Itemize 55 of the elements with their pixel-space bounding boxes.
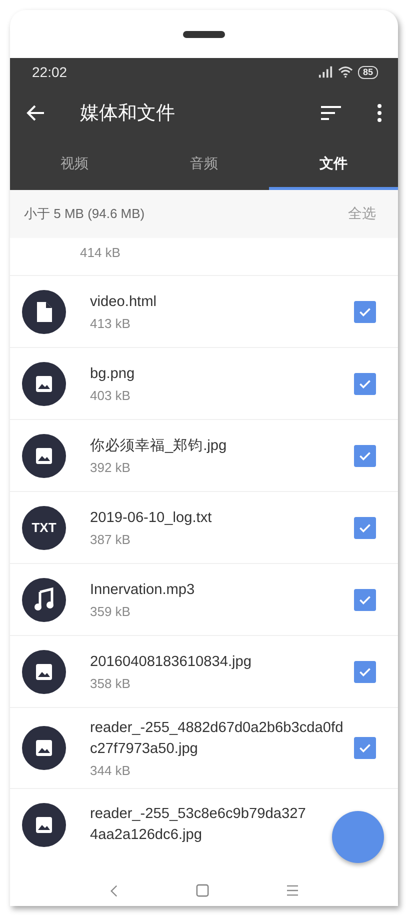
file-row[interactable]: Innervation.mp3 359 kB [10, 564, 398, 636]
text-file-icon: TXT [22, 506, 66, 550]
file-size: 387 kB [90, 532, 132, 547]
file-row[interactable]: reader_-255_4882d67d0a2b6b3cda0fdc27f7973a50.jpg 344 kB [10, 708, 398, 789]
section-label: 小于 5 MB (94.6 MB) [24, 205, 145, 223]
file-name: 你必须幸福_郑钧.jpg [90, 437, 228, 456]
file-size: 403 kB [90, 388, 132, 403]
checkbox[interactable] [354, 737, 376, 759]
file-name: reader_-255_4882d67d0a2b6b3cda0fdc27f7973a50.jpg [90, 719, 344, 759]
checkbox[interactable] [354, 444, 376, 466]
file-row[interactable]: 你必须幸福_郑钧.jpg 392 kB [10, 420, 398, 492]
checkbox[interactable] [354, 300, 376, 322]
speaker-slot [183, 30, 225, 38]
file-name: Innervation.mp3 [90, 581, 196, 600]
more-options-icon[interactable] [377, 104, 382, 122]
floating-action-button[interactable] [332, 811, 384, 863]
file-size: 358 kB [90, 676, 132, 691]
file-size: 359 kB [90, 604, 132, 619]
file-size: 392 kB [90, 460, 132, 475]
file-size: 414 kB [80, 245, 120, 260]
file-size: 413 kB [90, 316, 132, 331]
file-row[interactable]: TXT 2019-06-10_log.txt 387 kB [10, 492, 398, 564]
checkbox[interactable] [354, 372, 376, 394]
status-time: 22:02 [32, 64, 68, 80]
document-icon [22, 290, 66, 334]
signal-icon [318, 66, 333, 78]
file-name: bg.png [90, 365, 136, 384]
file-row[interactable]: reader_-255_53c8e6c9b79da327 4aa2a126dc6.jpg [10, 789, 398, 861]
tab[interactable]: 音频 [139, 140, 269, 190]
tab[interactable]: 视频 [10, 140, 140, 190]
image-icon [22, 650, 66, 694]
back-arrow-icon[interactable] [26, 103, 46, 123]
battery-indicator: 85 [358, 66, 378, 78]
file-name: reader_-255_53c8e6c9b79da327 4aa2a126dc6.jpg [90, 805, 306, 845]
screen-title: 媒体和文件 [80, 102, 176, 126]
file-size: 344 kB [90, 763, 132, 778]
file-row[interactable]: bg.png 403 kB [10, 348, 398, 420]
file-name: 2019-06-10_log.txt [90, 509, 213, 528]
wifi-icon [338, 66, 353, 78]
file-name: video.html [90, 293, 158, 312]
image-icon [22, 362, 66, 406]
home-icon[interactable] [196, 884, 209, 897]
checkbox[interactable] [354, 516, 376, 538]
file-row[interactable]: video.html 413 kB [10, 276, 398, 348]
file-name: 20160408183610834.jpg [90, 653, 253, 672]
image-icon [22, 726, 66, 770]
menu-icon[interactable] [286, 885, 300, 896]
checkbox[interactable] [354, 588, 376, 610]
image-icon [22, 803, 66, 847]
back-icon[interactable] [108, 884, 119, 898]
sort-icon[interactable] [321, 106, 341, 120]
music-note-icon [22, 578, 66, 622]
file-row[interactable]: 20160408183610834.jpg 358 kB [10, 636, 398, 708]
image-icon [22, 434, 66, 478]
checkbox[interactable] [354, 660, 376, 682]
